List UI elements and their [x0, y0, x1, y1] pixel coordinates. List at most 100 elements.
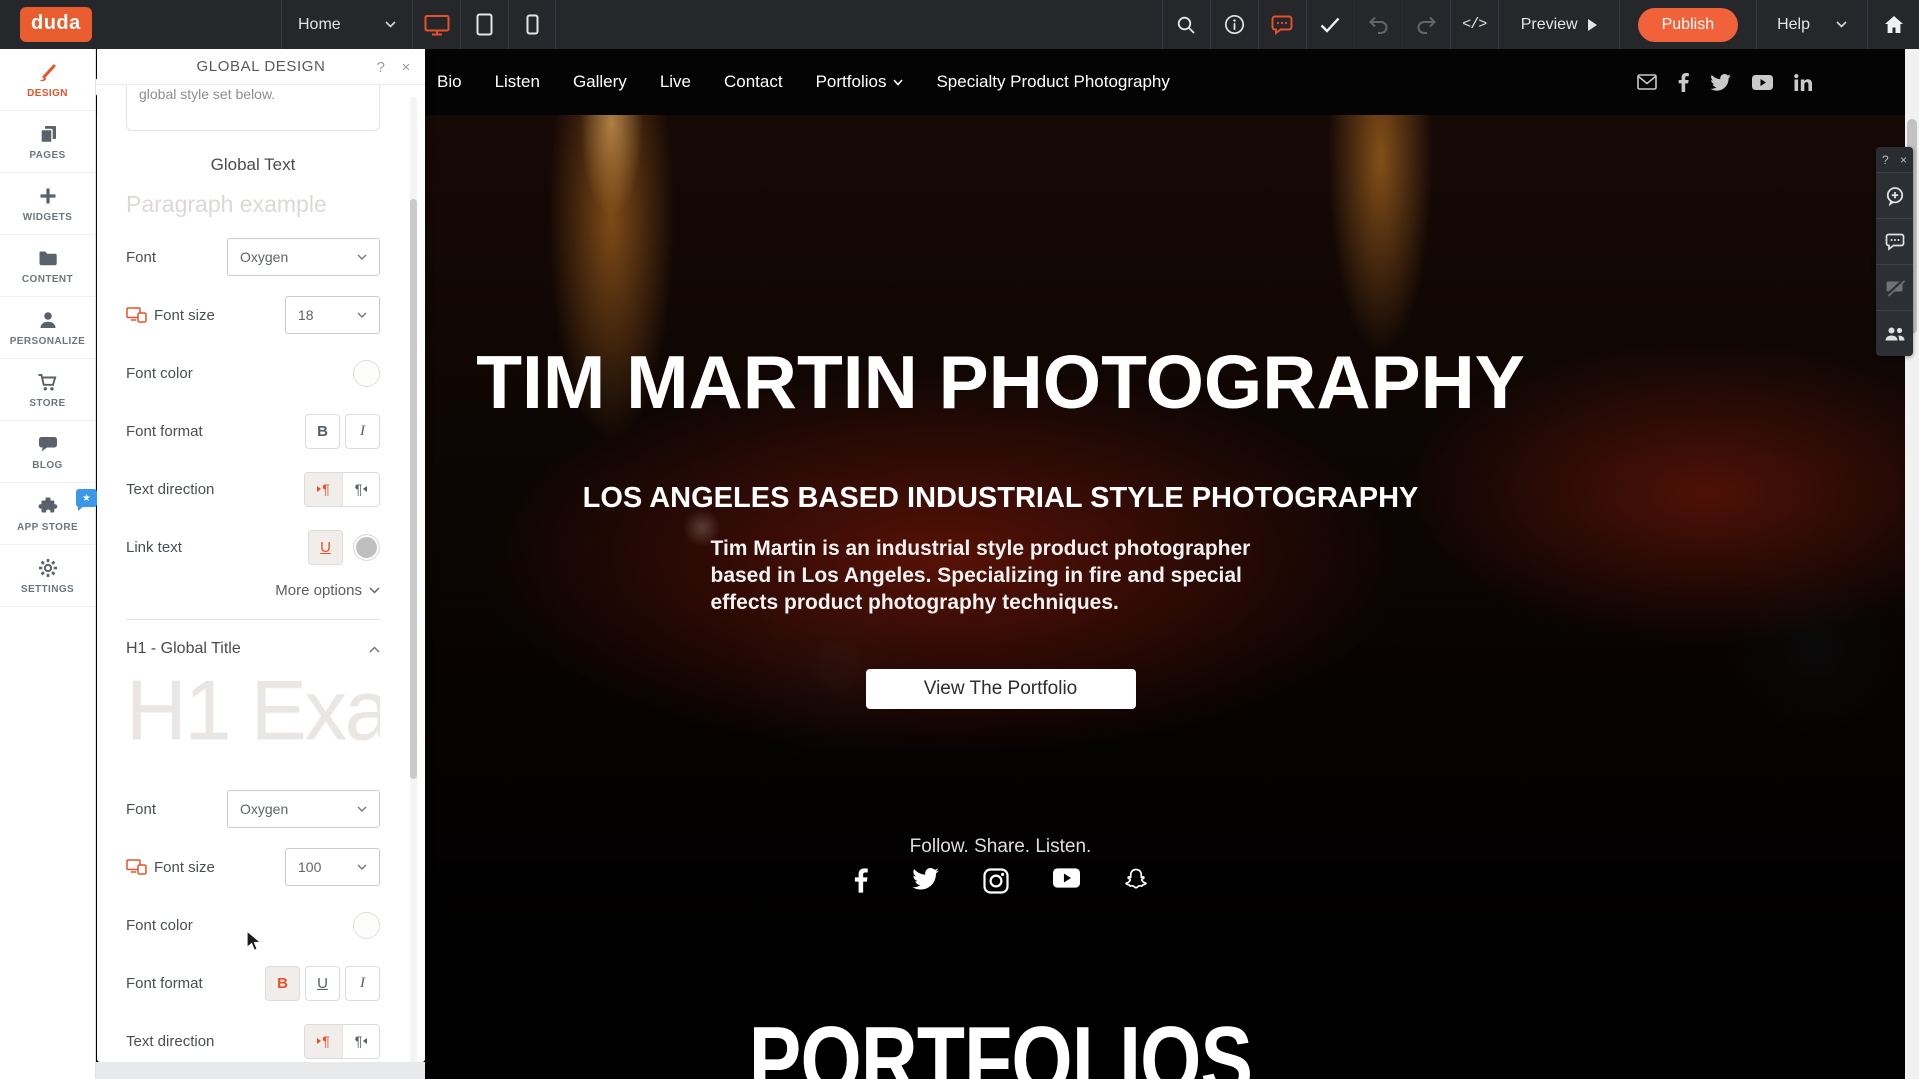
help-dropdown[interactable]: Help	[1756, 0, 1867, 49]
nav-link-bio[interactable]: Bio	[437, 72, 462, 92]
search-icon	[1176, 15, 1196, 35]
font-format-label: Font format	[126, 975, 203, 992]
preview-button[interactable]: Preview	[1498, 0, 1619, 49]
tablet-view-button[interactable]	[460, 0, 508, 49]
link-underline-button[interactable]: U	[308, 530, 343, 565]
mobile-view-button[interactable]	[508, 0, 556, 49]
sidebar-item-pages[interactable]: PAGES	[0, 111, 95, 173]
h1-ltr-button[interactable]: ¶	[305, 1025, 342, 1058]
h1-bold-button[interactable]: B	[265, 966, 300, 1001]
info-button[interactable]	[1210, 0, 1258, 49]
folder-icon	[37, 247, 59, 269]
font-color-swatch[interactable]	[353, 360, 380, 387]
h1-section-header[interactable]: H1 - Global Title	[126, 640, 380, 658]
done-check-button[interactable]	[1306, 0, 1354, 49]
desktop-view-button[interactable]	[412, 0, 460, 49]
hide-comments-icon	[1885, 279, 1905, 297]
page-selector-dropdown[interactable]: Home	[281, 0, 412, 49]
font-select[interactable]: Oxygen	[227, 238, 380, 276]
chevron-down-icon	[357, 254, 367, 260]
instagram-icon[interactable]	[983, 868, 1009, 894]
bold-button[interactable]: B	[305, 414, 340, 449]
twitter-icon[interactable]	[1710, 74, 1731, 91]
rtl-button[interactable]: ¶	[342, 473, 379, 506]
sidebar-item-widgets[interactable]: WIDGETS	[0, 173, 95, 235]
desktop-icon	[424, 14, 450, 36]
toolbar-close-button[interactable]: ×	[1900, 153, 1907, 167]
h1-font-size-select[interactable]: 100	[285, 848, 380, 886]
gear-icon	[37, 557, 59, 579]
font-size-label-text: Font size	[154, 307, 215, 324]
view-portfolio-button[interactable]: View The Portfolio	[866, 669, 1136, 709]
font-label: Font	[126, 249, 156, 266]
comments-bubble-icon	[1885, 233, 1905, 251]
h1-font-select[interactable]: Oxygen	[227, 790, 380, 828]
font-size-select[interactable]: 18	[285, 296, 380, 334]
email-icon[interactable]	[1637, 74, 1657, 90]
font-label: Font	[126, 801, 156, 818]
facebook-icon[interactable]	[854, 868, 868, 894]
sidebar-item-blog[interactable]: BLOG	[0, 421, 95, 483]
panel-header-actions: ? ×	[377, 49, 411, 85]
undo-button[interactable]	[1354, 0, 1402, 49]
h1-font-size-value: 100	[298, 859, 321, 875]
youtube-icon[interactable]	[1752, 75, 1773, 90]
bold-glyph: B	[277, 975, 288, 992]
redo-button[interactable]	[1402, 0, 1450, 49]
more-options-link[interactable]: More options	[126, 582, 380, 599]
panel-body: global style set below. Global Text Para…	[97, 85, 425, 1062]
hero-paragraph[interactable]: Tim Martin is an industrial style produc…	[711, 535, 1291, 616]
nav-link-specialty[interactable]: Specialty Product Photography	[936, 72, 1169, 92]
link-color-swatch[interactable]	[353, 534, 380, 561]
nav-link-contact[interactable]: Contact	[724, 72, 783, 92]
dashboard-home-button[interactable]	[1867, 0, 1919, 49]
duda-logo[interactable]: duda	[20, 7, 92, 42]
panel-help-button[interactable]: ?	[377, 59, 386, 76]
ltr-button[interactable]: ¶	[305, 473, 342, 506]
nav-link-listen[interactable]: Listen	[495, 72, 540, 92]
panel-note-text: global style set below.	[139, 86, 275, 102]
font-row: Font Oxygen	[126, 238, 380, 276]
sidebar-item-settings[interactable]: SETTINGS	[0, 545, 95, 607]
facebook-icon[interactable]	[1678, 73, 1689, 92]
linkedin-icon[interactable]	[1794, 74, 1812, 91]
collaborators-button[interactable]	[1876, 310, 1913, 356]
sidebar-item-label: BLOG	[32, 460, 63, 471]
more-options-label: More options	[275, 582, 362, 599]
h1-underline-button[interactable]: U	[305, 966, 340, 1001]
nav-link-live[interactable]: Live	[660, 72, 691, 92]
chevron-down-icon	[1836, 21, 1847, 28]
publish-button[interactable]: Publish	[1638, 8, 1738, 42]
sidebar-item-store[interactable]: STORE	[0, 359, 95, 421]
portfolios-title[interactable]: PORTFOLIOS	[259, 1013, 1742, 1079]
show-comments-button[interactable]	[1876, 218, 1913, 264]
h1-font-row: Font Oxygen	[126, 790, 380, 828]
home-icon	[1884, 15, 1904, 34]
sidebar-item-design[interactable]: DESIGN	[0, 49, 95, 111]
sidebar-item-personalize[interactable]: PERSONALIZE	[0, 297, 95, 359]
sidebar-item-content[interactable]: CONTENT	[0, 235, 95, 297]
h1-font-color-swatch[interactable]	[353, 912, 380, 939]
hide-comments-button[interactable]	[1876, 264, 1913, 310]
h1-italic-button[interactable]: I	[345, 966, 380, 1001]
puzzle-icon	[37, 495, 59, 517]
italic-button[interactable]: I	[345, 414, 380, 449]
nav-link-gallery[interactable]: Gallery	[573, 72, 627, 92]
snapchat-icon[interactable]	[1124, 868, 1148, 894]
info-icon	[1224, 14, 1245, 35]
h1-rtl-button[interactable]: ¶	[342, 1025, 379, 1058]
youtube-icon[interactable]	[1053, 868, 1080, 894]
panel-scrollbar-thumb[interactable]	[410, 199, 417, 779]
add-comment-button[interactable]	[1876, 172, 1913, 218]
twitter-icon[interactable]	[912, 868, 939, 894]
nav-link-portfolios[interactable]: Portfolios	[816, 72, 904, 92]
search-button[interactable]	[1162, 0, 1210, 49]
preview-label: Preview	[1521, 16, 1578, 34]
sidebar-item-label: PERSONALIZE	[10, 336, 86, 347]
comments-button[interactable]	[1258, 0, 1306, 49]
dev-mode-button[interactable]: </>	[1450, 0, 1498, 49]
chevron-down-icon	[369, 587, 380, 594]
toolbar-help-button[interactable]: ?	[1882, 153, 1889, 167]
panel-close-button[interactable]: ×	[402, 59, 411, 76]
h1-font-format-row: Font format B U I	[126, 964, 380, 1002]
